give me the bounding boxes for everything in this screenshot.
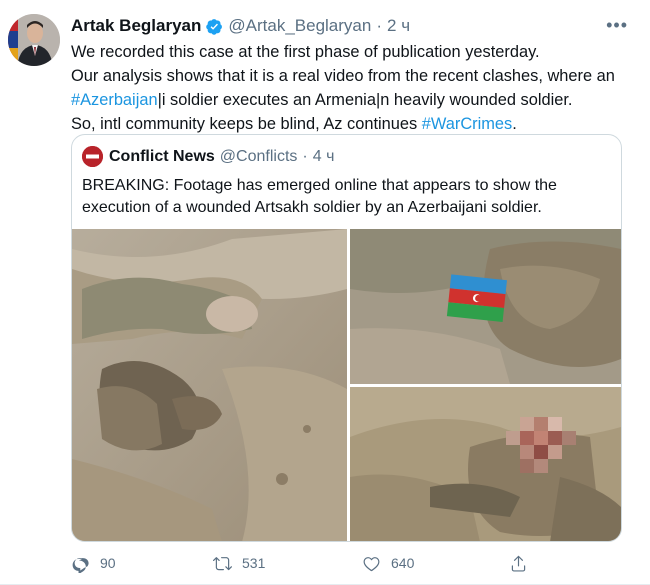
reply-button[interactable]: 90 [71, 551, 116, 575]
author-name[interactable]: Artak Beglaryan [71, 16, 201, 36]
more-icon[interactable]: ••• [606, 15, 628, 36]
media-image-3[interactable] [350, 387, 621, 541]
like-icon [363, 556, 380, 571]
separator-dot: · [376, 16, 383, 35]
quoted-text-line: execution of a wounded Artsakh soldier b… [82, 199, 542, 216]
reply-icon [72, 557, 89, 573]
tweet-timestamp[interactable]: 2 ч [387, 16, 410, 36]
tweet-actions: 90 531 640 [71, 551, 631, 575]
tweet-text-line: We recorded this case at the first phase… [71, 43, 540, 61]
tweet-text-line: #Azerbaijan|i soldier executes an Armeni… [71, 91, 573, 109]
hashtag-link[interactable]: #Azerbaijan [71, 91, 158, 109]
hashtag-link[interactable]: #WarCrimes [422, 115, 512, 133]
tweet-text-line: So, intl community keeps be blind, Az co… [71, 115, 517, 133]
tweet[interactable]: Artak Beglaryan @Artak_Beglaryan · 2 ч •… [0, 0, 650, 585]
quoted-tweet-header: Conflict News @Conflicts · 4 ч [82, 146, 334, 167]
media-image-1[interactable] [72, 229, 347, 541]
retweet-count: 531 [242, 555, 266, 571]
like-button[interactable]: 640 [362, 551, 414, 575]
author-avatar[interactable] [8, 14, 60, 66]
quoted-author-name[interactable]: Conflict News [109, 148, 215, 166]
verified-icon [206, 18, 223, 35]
media-image-2[interactable] [350, 229, 621, 384]
media-grid [72, 229, 621, 541]
author-handle[interactable]: @Artak_Beglaryan [228, 16, 371, 36]
retweet-button[interactable]: 531 [213, 551, 265, 575]
quoted-tweet[interactable]: Conflict News @Conflicts · 4 ч BREAKING:… [71, 134, 622, 542]
separator-dot: · [302, 147, 308, 165]
quoted-tweet-text: BREAKING: Footage has emerged online tha… [82, 175, 612, 219]
retweet-icon [213, 556, 232, 570]
share-icon [511, 555, 526, 572]
tweet-header: Artak Beglaryan @Artak_Beglaryan · 2 ч [71, 15, 410, 37]
tweet-text-line: Our analysis shows that it is a real vid… [71, 67, 615, 85]
quoted-tweet-timestamp[interactable]: 4 ч [313, 148, 335, 166]
quoted-text-line: BREAKING: Footage has emerged online tha… [82, 177, 557, 194]
quoted-author-handle[interactable]: @Conflicts [220, 148, 298, 166]
reply-count: 90 [100, 555, 116, 571]
share-button[interactable] [509, 551, 538, 575]
like-count: 640 [391, 555, 415, 571]
quoted-author-avatar[interactable] [82, 146, 103, 167]
tweet-text: We recorded this case at the first phase… [71, 40, 631, 136]
